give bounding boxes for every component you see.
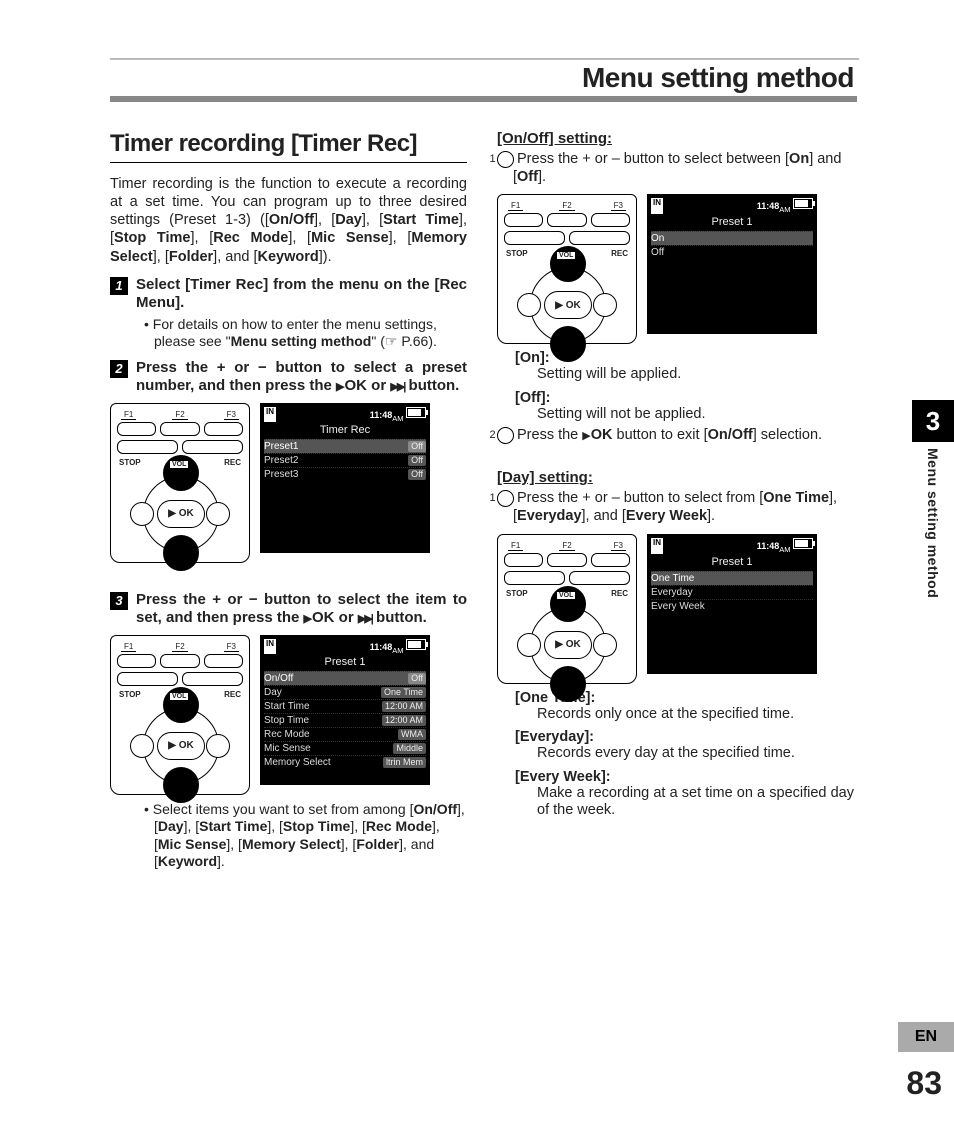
rew-button-icon — [130, 502, 154, 526]
lcd-timer-rec: IN11:48AM Timer Rec Preset1Off Preset2Of… — [260, 403, 430, 553]
onoff-heading: [On/Off] setting: — [497, 130, 854, 147]
lcd-day: IN11:48AM Preset 1 One Time Everyday Eve… — [647, 534, 817, 674]
day-instruction: 1Press the + or – button to select from … — [513, 490, 854, 525]
step-number-icon: 3 — [110, 592, 128, 610]
ff-button-icon — [206, 502, 230, 526]
step-number-icon: 1 — [110, 277, 128, 295]
column-right: [On/Off] setting: 1Press the + or – butt… — [497, 130, 854, 879]
figure-row-day: F1F2F3 STOPREC VOL ▶ OK IN11:48AM Preset… — [497, 534, 854, 684]
column-left: Timer recording [Timer Rec] Timer record… — [110, 130, 467, 879]
step-2-text: Press the + or − button to select a pres… — [136, 359, 467, 395]
step-number-icon: 2 — [110, 360, 128, 378]
chapter-number-box: 3 — [912, 400, 954, 442]
device-illustration: F1F2F3 STOPREC VOL ▶ OK — [497, 534, 637, 684]
chapter-side-tab: 3 Menu setting method — [912, 400, 954, 598]
rule-thin — [110, 58, 859, 60]
step-2: 2 Press the + or − button to select a pr… — [110, 359, 467, 395]
minus-button-icon — [163, 535, 199, 571]
figure-row-1: F1F2F3 STOPREC VOL ▶ OK — [110, 403, 467, 563]
step-3-note: Select items you want to set from among … — [154, 801, 467, 871]
chapter-side-label: Menu setting method — [925, 448, 941, 598]
ok-button-icon: ▶ OK — [157, 500, 205, 528]
def-everyday: [Everyday]: Records every day at the spe… — [515, 729, 854, 762]
rule-thick — [110, 96, 857, 102]
content-columns: Timer recording [Timer Rec] Timer record… — [110, 130, 854, 879]
page-number: 83 — [906, 1065, 942, 1102]
def-off: [Off]: Setting will not be applied. — [515, 390, 854, 423]
lcd-preset1-items: IN11:48AM Preset 1 On/OffOff DayOne Time… — [260, 635, 430, 785]
section-heading: Timer recording [Timer Rec] — [110, 130, 467, 163]
step-3-text: Press the + or − button to select the it… — [136, 591, 467, 627]
intro-paragraph: Timer recording is the function to execu… — [110, 175, 467, 266]
device-illustration: F1F2F3 STOPREC VOL ▶ OK — [110, 635, 250, 795]
onoff-exit: 2Press the OK button to exit [On/Off] se… — [513, 427, 854, 445]
step-1: 1 Select [Timer Rec] from the menu on th… — [110, 276, 467, 312]
manual-page: Menu setting method Timer recording [Tim… — [0, 0, 954, 1148]
figure-row-2: F1F2F3 STOPREC VOL ▶ OK IN11:48AM Preset… — [110, 635, 467, 795]
chapter-title: Menu setting method — [582, 62, 854, 94]
step-3: 3 Press the + or − button to select the … — [110, 591, 467, 627]
device-illustration: F1F2F3 STOPREC VOL ▶ OK — [110, 403, 250, 563]
device-illustration: F1F2F3 STOPREC VOL ▶ OK — [497, 194, 637, 344]
figure-row-onoff: F1F2F3 STOPREC VOL ▶ OK IN11:48AM Preset… — [497, 194, 854, 344]
language-badge: EN — [898, 1022, 954, 1052]
step-1-text: Select [Timer Rec] from the menu on the … — [136, 276, 467, 312]
step-1-note: For details on how to enter the menu set… — [154, 316, 467, 351]
lcd-onoff: IN11:48AM Preset 1 On Off — [647, 194, 817, 334]
day-heading: [Day] setting: — [497, 469, 854, 486]
def-everyweek: [Every Week]: Make a recording at a set … — [515, 769, 854, 820]
onoff-instruction: 1Press the + or – button to select betwe… — [513, 151, 854, 186]
